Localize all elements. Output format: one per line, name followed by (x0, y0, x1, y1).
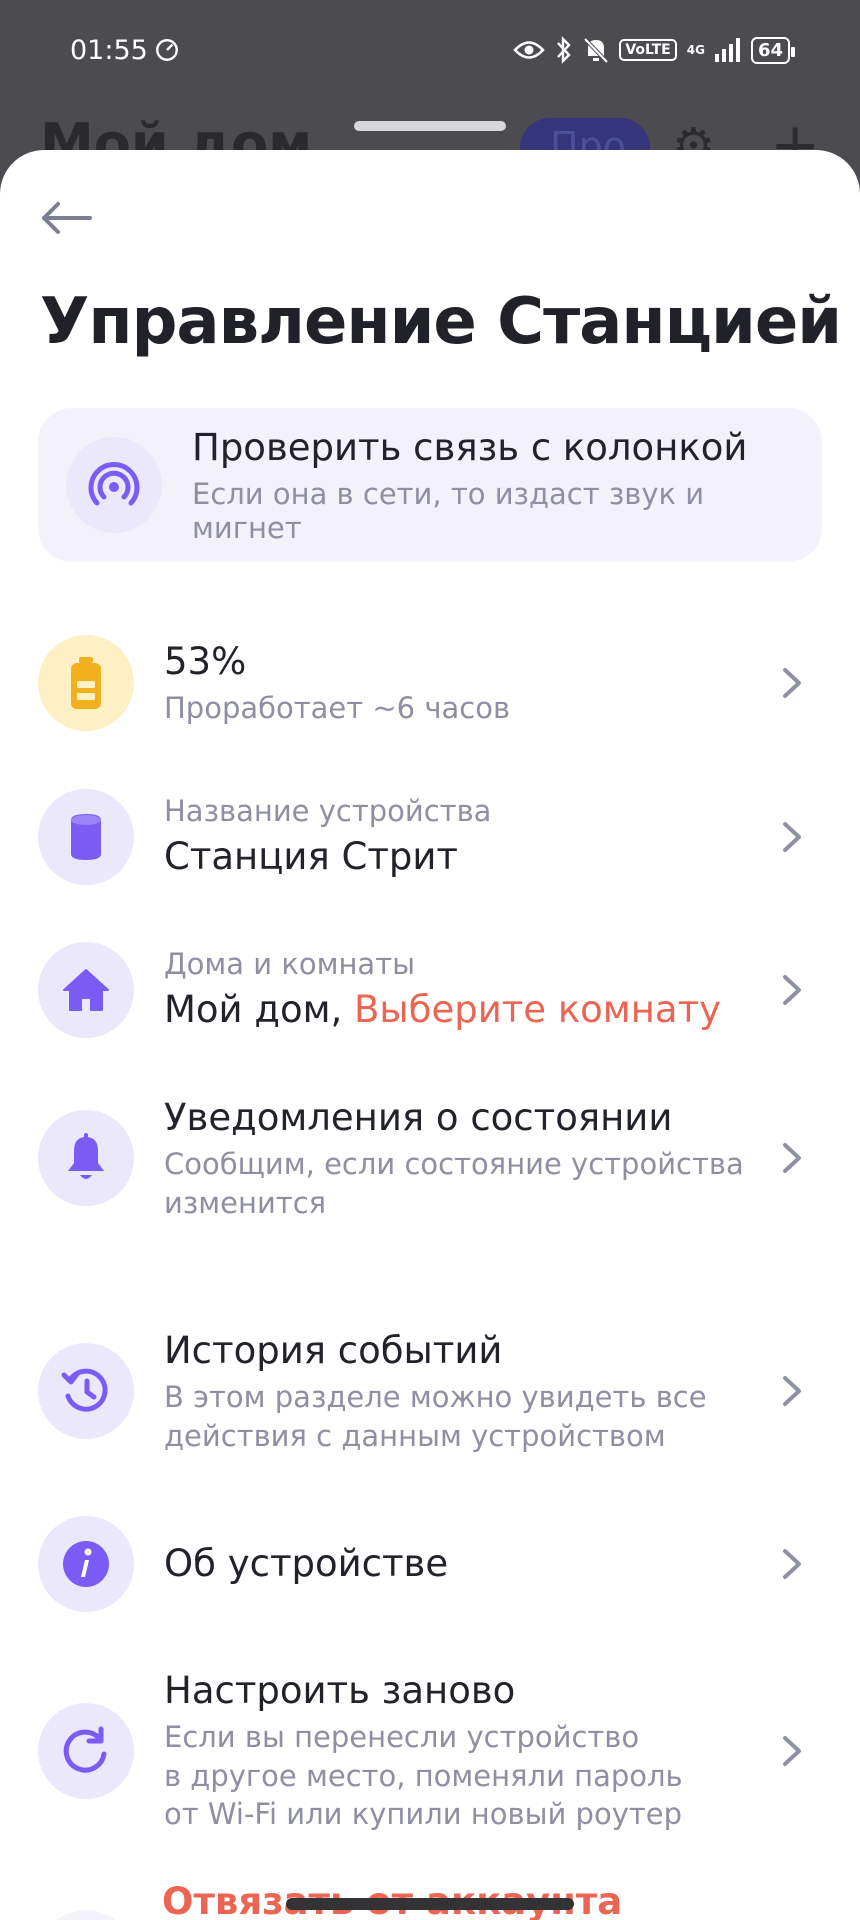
back-button[interactable] (38, 190, 94, 246)
notifications-subtitle-line2: изменится (164, 1185, 327, 1220)
chevron-right-icon (772, 1138, 812, 1178)
battery-row[interactable]: 53% Проработает ~6 часов (38, 635, 822, 731)
chevron-right-icon (772, 663, 812, 703)
refresh-icon-wrap (38, 1702, 134, 1799)
battery-row-text: 53% Проработает ~6 часов (164, 639, 772, 728)
battery-indicator: 64 (750, 36, 796, 64)
home-icon (63, 969, 109, 1011)
homes-rooms-row[interactable]: Дома и комнаты Мой дом, Выберите комнату (38, 942, 822, 1038)
check-connection-icon-wrap (66, 437, 162, 533)
history-subtitle-line1: В этом разделе можно увидеть все (164, 1380, 707, 1415)
check-connection-text: Проверить связь с колонкой Если она в се… (192, 426, 822, 545)
bell-icon (68, 1133, 104, 1180)
reconfigure-title: Настроить заново (164, 1669, 516, 1712)
about-text: Об устройстве (164, 1541, 772, 1587)
check-connection-title: Проверить связь с колонкой (192, 425, 748, 469)
device-settings-sheet: Управление Станцией Проверить связь с ко… (0, 150, 860, 1920)
check-connection-subtitle: Если она в сети, то издаст звук и мигнет (192, 476, 705, 545)
history-icon-wrap (38, 1343, 134, 1440)
reconfigure-row[interactable]: Настроить заново Если вы перенесли устро… (38, 1668, 822, 1833)
broadcast-icon (88, 462, 140, 506)
device-name-value: Станция Стрит (164, 834, 458, 878)
history-title: История событий (164, 1329, 503, 1372)
speaker-icon (71, 814, 101, 860)
speaker-icon-wrap (38, 789, 134, 885)
page-title: Управление Станцией (40, 285, 842, 359)
home-icon-wrap (38, 942, 134, 1038)
network-type: 4G (686, 43, 705, 57)
battery-icon-wrap (38, 635, 134, 731)
data-saver-icon (155, 39, 178, 61)
status-bar: 01:55 VoLTE 4G 64 (0, 0, 860, 100)
homes-rooms-value: Мой дом, Выберите комнату (164, 987, 772, 1033)
reconfigure-subtitle-line3: от Wi-Fi или купили новый роутер (164, 1796, 683, 1831)
about-device-row[interactable]: Об устройстве (38, 1516, 822, 1612)
device-name-text: Название устройства Станция Стрит (164, 794, 772, 880)
device-name-row[interactable]: Название устройства Станция Стрит (38, 789, 822, 885)
battery-value: 53% (164, 639, 247, 683)
battery-icon (71, 657, 101, 709)
chevron-right-icon (772, 1731, 812, 1771)
eye-icon (513, 41, 546, 59)
event-history-row[interactable]: История событий В этом разделе можно уви… (38, 1328, 822, 1455)
homes-rooms-text: Дома и комнаты Мой дом, Выберите комнату (164, 947, 772, 1033)
chevron-right-icon (772, 1371, 812, 1411)
check-connection-card[interactable]: Проверить связь с колонкой Если она в се… (38, 408, 822, 562)
chevron-right-icon (772, 817, 812, 857)
info-icon (63, 1541, 109, 1587)
homes-rooms-label: Дома и комнаты (164, 946, 415, 981)
history-subtitle-line2: действия с данным устройством (164, 1418, 666, 1453)
notifications-title: Уведомления о состоянии (164, 1096, 673, 1139)
reconfigure-subtitle-line2: в другое место, поменяли пароль (164, 1758, 683, 1793)
reconfigure-subtitle-line1: Если вы перенесли устройство (164, 1720, 640, 1755)
home-indicator[interactable] (286, 1898, 574, 1910)
history-text: История событий В этом разделе можно уви… (164, 1328, 772, 1455)
notifications-subtitle-line1: Сообщим, если состояние устройства (164, 1147, 744, 1182)
sheet-drag-handle[interactable] (354, 121, 506, 131)
battery-subtitle: Проработает ~6 часов (164, 690, 511, 725)
device-name-label: Название устройства (164, 793, 492, 828)
history-icon (61, 1369, 108, 1413)
volte-badge: VoLTE (619, 39, 677, 61)
unlink-icon-wrap (38, 1910, 134, 1920)
bluetooth-icon (557, 36, 571, 64)
about-title: Об устройстве (164, 1541, 449, 1585)
arrow-left-icon (42, 202, 92, 234)
refresh-icon (63, 1726, 107, 1773)
home-name: Мой дом, (164, 987, 343, 1031)
reconfigure-text: Настроить заново Если вы перенесли устро… (164, 1668, 772, 1833)
chevron-right-icon (772, 970, 812, 1010)
status-time: 01:55 (70, 35, 180, 66)
choose-room-link[interactable]: Выберите комнату (354, 988, 721, 1031)
status-notifications-row[interactable]: Уведомления о состоянии Сообщим, если со… (38, 1095, 822, 1222)
bell-muted-icon (583, 37, 609, 64)
info-icon-wrap (38, 1516, 134, 1612)
chevron-right-icon (772, 1544, 812, 1584)
status-icons: VoLTE 4G 64 (513, 36, 796, 64)
bell-icon-wrap (38, 1110, 134, 1207)
notifications-text: Уведомления о состоянии Сообщим, если со… (164, 1095, 772, 1222)
signal-icon (714, 38, 740, 62)
